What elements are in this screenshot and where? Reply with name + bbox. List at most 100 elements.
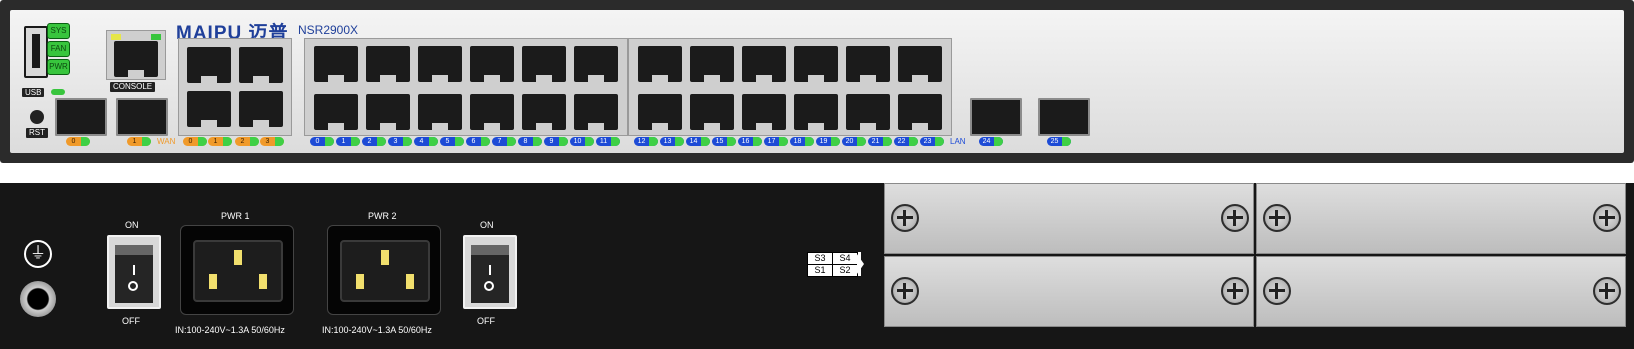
lan-label: LAN [950, 137, 966, 146]
lan-port-led-label: 13 [663, 138, 672, 145]
lan-port-11[interactable] [574, 94, 618, 131]
lan-port-0[interactable] [314, 46, 358, 83]
lan-port-led-label: 20 [845, 138, 854, 145]
lan-port-led-7: 7 [492, 137, 516, 146]
lan-port-led-label: 15 [715, 138, 724, 145]
lan-port-19[interactable] [794, 94, 838, 131]
lan-port-15[interactable] [690, 94, 734, 131]
usb-label-group: USB [22, 82, 65, 97]
slot-map: S3 S4 S1 S2 [807, 252, 864, 277]
screw-icon [891, 277, 919, 305]
lan-port-2[interactable] [366, 46, 410, 83]
lan-port-led-1: 1 [336, 137, 360, 146]
lan-port-led-label: 21 [871, 138, 880, 145]
lan-port-led-label: 23 [923, 138, 932, 145]
lan-port-3[interactable] [366, 94, 410, 131]
lan-port-led-label: 22 [897, 138, 906, 145]
lan-port-led-20: 20 [842, 137, 866, 146]
lan-port-led-label: 18 [793, 138, 802, 145]
expansion-slot-s4[interactable] [1256, 183, 1626, 254]
lan-port-led-11: 11 [596, 137, 620, 146]
lan-port-22[interactable] [898, 46, 942, 83]
lan-port-led-label: 11 [599, 138, 608, 145]
lan-port-led-6: 6 [466, 137, 490, 146]
slot-map-s2: S2 [832, 264, 858, 277]
wan-rj45-port-3[interactable] [239, 91, 283, 128]
switch2-on-label: ON [480, 220, 494, 230]
lan-sfp-port-24[interactable] [970, 98, 1022, 136]
front-panel: MAIPU 迈普 NSR2900X USB SYS FAN PWR RST CO… [0, 0, 1634, 163]
lan-port-13[interactable] [638, 94, 682, 131]
lan-port-led-10: 10 [570, 137, 594, 146]
lan-port-5[interactable] [418, 94, 462, 131]
lan-port-7[interactable] [470, 94, 514, 131]
wan-rj45-led-2: 2 [235, 137, 259, 146]
rear-panel: ⏚ ON OFF PWR 1 IN:100-240V~1.3A 50/60Hz … [0, 183, 1634, 349]
screw-icon [1221, 204, 1249, 232]
switch1-off-label: OFF [122, 316, 140, 326]
wan-sfp-port-0[interactable] [55, 98, 107, 136]
power-inlet-1[interactable] [180, 225, 294, 315]
sys-led: SYS [47, 23, 70, 39]
ground-stud [20, 281, 56, 317]
expansion-slot-s2[interactable] [1256, 256, 1626, 327]
lan-port-led-8: 8 [518, 137, 542, 146]
wan-rj45-port-1[interactable] [239, 47, 283, 84]
console-port[interactable] [114, 41, 158, 78]
lan-port-10[interactable] [574, 46, 618, 83]
power-switch-2[interactable] [463, 235, 517, 309]
lan-port-led-21: 21 [868, 137, 892, 146]
switch1-on-label: ON [125, 220, 139, 230]
screw-icon [1263, 277, 1291, 305]
pwr-led: PWR [47, 59, 70, 75]
lan-port-21[interactable] [846, 94, 890, 131]
slot-map-arrow-icon [857, 254, 864, 274]
usb-port[interactable] [24, 26, 48, 78]
wan-rj45-block [178, 38, 292, 136]
reset-button[interactable] [30, 110, 44, 124]
lan-port-1[interactable] [314, 94, 358, 131]
screw-icon [1593, 204, 1621, 232]
expansion-slot-s1[interactable] [884, 256, 1254, 327]
lan-port-12[interactable] [638, 46, 682, 83]
lan-port-6[interactable] [470, 46, 514, 83]
lan-port-led-12: 12 [634, 137, 658, 146]
lan-port-8[interactable] [522, 46, 566, 83]
expansion-slot-s3[interactable] [884, 183, 1254, 254]
rst-label: RST [26, 128, 48, 138]
usb-led [50, 89, 65, 95]
lan-port-20[interactable] [846, 46, 890, 83]
lan-sfp-port-25[interactable] [1038, 98, 1090, 136]
lan-port-17[interactable] [742, 94, 786, 131]
lan-sfp-led-24: 24 [979, 137, 1003, 146]
lan-port-led-18: 18 [790, 137, 814, 146]
screw-icon [1221, 277, 1249, 305]
lan-port-led-label: 7 [497, 138, 502, 145]
lan-port-led-9: 9 [544, 137, 568, 146]
lan-port-4[interactable] [418, 46, 462, 83]
lan-port-16[interactable] [742, 46, 786, 83]
wan-rj45-port-0[interactable] [187, 47, 231, 84]
usb-label: USB [22, 88, 45, 97]
power-switch-1[interactable] [107, 235, 161, 309]
lan-port-9[interactable] [522, 94, 566, 131]
lan-port-led-label: 9 [549, 138, 554, 145]
model-name: NSR2900X [298, 23, 359, 37]
wan-rj45-led-0: 0 [183, 137, 207, 146]
wan-rj45-led-3: 3 [260, 137, 284, 146]
wan-sfp-led-1: 1 [127, 137, 151, 146]
console-port-frame [106, 30, 166, 80]
lan-port-23[interactable] [898, 94, 942, 131]
pwr1-spec: IN:100-240V~1.3A 50/60Hz [175, 325, 285, 335]
lan-port-14[interactable] [690, 46, 734, 83]
power-inlet-2[interactable] [327, 225, 441, 315]
lan-port-led-label: 2 [367, 138, 372, 145]
wan-rj45-led-1: 1 [208, 137, 232, 146]
wan-rj45-port-2[interactable] [187, 91, 231, 128]
console-label: CONSOLE [110, 82, 156, 92]
lan-sfp-led-25: 25 [1047, 137, 1071, 146]
lan-port-18[interactable] [794, 46, 838, 83]
slot-map-s1: S1 [807, 264, 833, 277]
wan-sfp-port-1[interactable] [116, 98, 168, 136]
lan-port-led-14: 14 [686, 137, 710, 146]
